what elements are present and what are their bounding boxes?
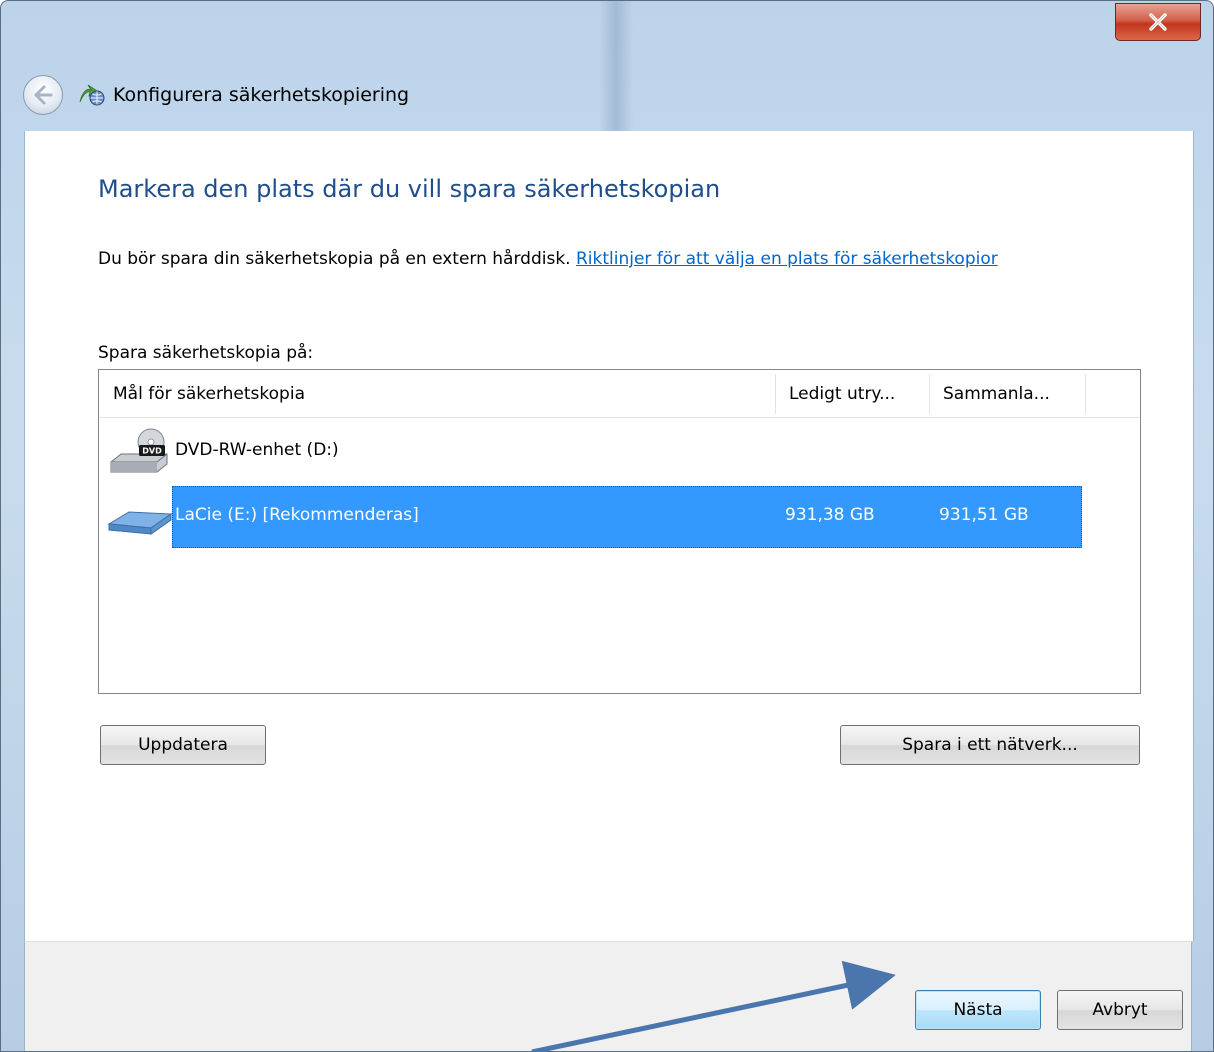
destination-list[interactable]: Mål för säkerhetskopia Ledigt utry... Sa… — [98, 369, 1141, 694]
save-on-network-button[interactable]: Spara i ett nätverk... — [840, 725, 1140, 765]
cancel-button[interactable]: Avbryt — [1057, 990, 1183, 1030]
save-location-label: Spara säkerhetskopia på: — [98, 343, 314, 363]
external-drive-icon — [107, 504, 173, 545]
backup-app-icon — [77, 82, 107, 108]
list-item-dvd-drive[interactable]: DVD DVD-RW-enhet (D:) — [99, 420, 1140, 486]
back-button[interactable] — [23, 75, 63, 115]
title-bar-glass-stripe — [599, 1, 633, 131]
refresh-button[interactable]: Uppdatera — [100, 725, 266, 765]
dvd-drive-icon: DVD — [107, 428, 173, 485]
column-header-free-space[interactable]: Ledigt utry... — [775, 370, 929, 418]
backup-setup-window: Konfigurera säkerhetskopiering Markera d… — [0, 0, 1214, 1052]
column-header-destination[interactable]: Mål för säkerhetskopia — [99, 370, 775, 418]
total-size-value: 931,51 GB — [939, 505, 1029, 525]
page-heading: Markera den plats där du vill spara säke… — [98, 175, 721, 203]
intro-text: Du bör spara din säkerhetskopia på en ex… — [98, 249, 571, 269]
guidelines-link[interactable]: Riktlinjer för att välja en plats för sä… — [576, 249, 998, 269]
list-header: Mål för säkerhetskopia Ledigt utry... Sa… — [99, 370, 1140, 418]
back-arrow-icon — [34, 85, 53, 105]
close-button[interactable] — [1115, 3, 1201, 41]
navigation-bar: Konfigurera säkerhetskopiering — [23, 73, 409, 117]
column-separator[interactable] — [1085, 374, 1086, 414]
destination-name: LaCie (E:) [Rekommenderas] — [175, 505, 419, 525]
column-header-total-size[interactable]: Sammanla... — [929, 370, 1085, 418]
list-item-lacie-drive[interactable]: LaCie (E:) [Rekommenderas] 931,38 GB 931… — [99, 486, 1140, 550]
close-icon — [1149, 13, 1167, 31]
window-title: Konfigurera säkerhetskopiering — [113, 84, 410, 106]
intro-paragraph: Du bör spara din säkerhetskopia på en ex… — [98, 249, 998, 269]
next-button[interactable]: Nästa — [915, 990, 1041, 1030]
content-area: Markera den plats där du vill spara säke… — [24, 131, 1194, 941]
free-space-value: 931,38 GB — [785, 505, 875, 525]
destination-name: DVD-RW-enhet (D:) — [175, 440, 339, 460]
svg-text:DVD: DVD — [142, 447, 162, 456]
dialog-footer: Nästa Avbryt — [24, 941, 1192, 1051]
